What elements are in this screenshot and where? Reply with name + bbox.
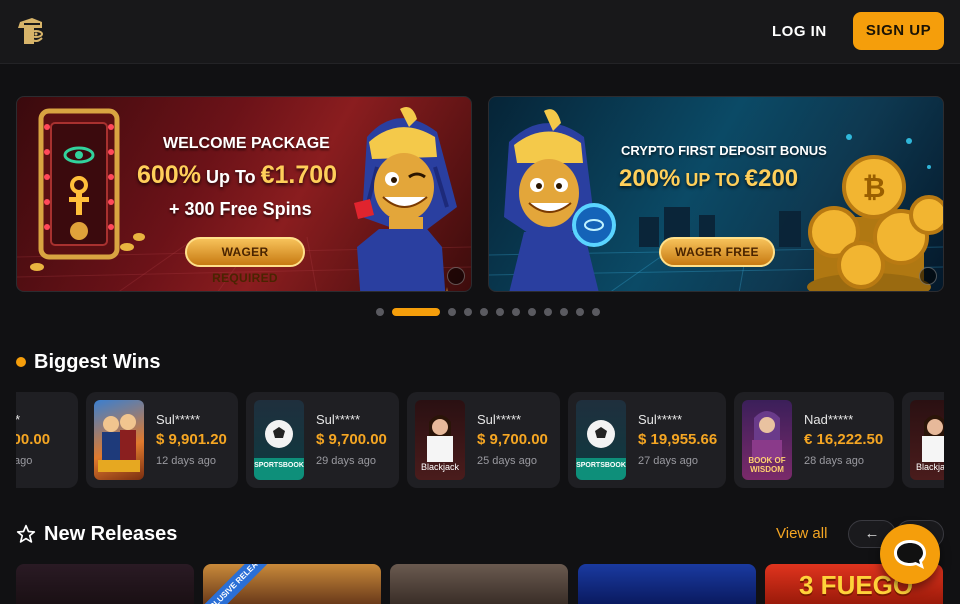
exclusive-ribbon: EXCLUSIVE RELEASE: [203, 564, 272, 604]
crypto-deposit-banner[interactable]: ₿ CRYPTO FIRST DEPOSIT BONUS 200% UP TO …: [488, 96, 944, 292]
banner2-line2: 200% UP TO €200: [619, 165, 798, 193]
game-thumbnail: BOOK OF WISDOM: [742, 400, 792, 480]
win-card[interactable]: SPORTSBOOK Sul***** $ 19,955.66 27 days …: [568, 392, 726, 488]
carousel-dot[interactable]: [376, 308, 384, 316]
win-time: 25 days ago: [477, 455, 537, 467]
wager-free-button[interactable]: WAGER FREE: [659, 237, 775, 267]
carousel-dot[interactable]: [528, 308, 536, 316]
carousel-dot[interactable]: [496, 308, 504, 316]
section-bullet-icon: [16, 357, 26, 367]
game-thumbnail: Blackja: [910, 400, 944, 480]
banner2-line1: CRYPTO FIRST DEPOSIT BONUS: [621, 143, 827, 158]
game-thumbnail: [94, 400, 144, 480]
win-user: Nad*****: [804, 412, 854, 427]
banner2-percent: 200%: [619, 165, 681, 192]
win-user: Sul*****: [638, 412, 683, 427]
win-card[interactable]: BOOK OF WISDOM Nad***** € 16,222.50 28 d…: [734, 392, 894, 488]
banner1-line2: 600% Up To €1.700: [137, 161, 337, 190]
banner1-amount: €1.700: [260, 161, 338, 189]
banner1-line3: + 300 Free Spins: [169, 199, 312, 219]
carousel-dot[interactable]: [512, 308, 520, 316]
info-icon: [919, 267, 937, 285]
welcome-package-banner[interactable]: WELCOME PACKAGE 600% Up To €1.700 + 300 …: [16, 96, 472, 292]
blackjack-label: Blackjack: [420, 462, 459, 472]
win-user: Sul*****: [316, 412, 361, 427]
win-time: 28 days ago: [804, 455, 864, 467]
banner1-percent: 600%: [137, 161, 201, 189]
chat-button[interactable]: [880, 524, 940, 584]
win-time: ys ago: [16, 455, 33, 467]
win-time: 12 days ago: [156, 455, 216, 467]
svg-text:₿: ₿: [863, 171, 886, 204]
game-tile[interactable]: [578, 564, 756, 604]
win-user: Sul*****: [477, 412, 522, 427]
sportsbook-label: SPORTSBOOK: [576, 462, 626, 469]
win-card[interactable]: Blackja: [902, 392, 944, 488]
game-tile[interactable]: EXCLUSIVE RELEASE: [203, 564, 381, 604]
win-amount: $ 9,700.00: [316, 431, 387, 448]
warriors-art: [98, 414, 140, 472]
win-amount: $ 9,901.20: [156, 431, 227, 448]
win-user: Sul*****: [156, 412, 201, 427]
win-card[interactable]: Blackjack Sul***** $ 9,700.00 25 days ag…: [407, 392, 560, 488]
info-icon: [447, 267, 465, 285]
win-amount: $ 19,955.66: [638, 431, 718, 448]
game-thumbnail: SPORTSBOOK: [576, 400, 626, 480]
signup-button[interactable]: SIGN UP: [853, 12, 944, 50]
carousel-dot[interactable]: [592, 308, 600, 316]
banner1-upto: Up To: [200, 167, 261, 187]
win-amount: ,000.00: [16, 431, 51, 448]
game-thumbnail: SPORTSBOOK: [254, 400, 304, 480]
win-user: ****: [16, 412, 20, 427]
carousel-dot[interactable]: [544, 308, 552, 316]
game-tile[interactable]: [390, 564, 568, 604]
win-card[interactable]: SPORTSBOOK Sul***** $ 9,700.00 29 days a…: [246, 392, 399, 488]
new-releases-title: New Releases: [44, 523, 178, 545]
win-amount: € 16,222.50: [804, 431, 884, 448]
biggest-wins-title: Biggest Wins: [34, 351, 161, 373]
book-of-wisdom-label: BOOK OF WISDOM: [748, 456, 786, 474]
banner1-line1: WELCOME PACKAGE: [163, 135, 330, 152]
win-amount: $ 9,700.00: [477, 431, 548, 448]
carousel-dot[interactable]: [448, 308, 456, 316]
view-all-link[interactable]: View all: [776, 525, 827, 542]
top-header: LOG IN SIGN UP: [0, 0, 960, 64]
game-tile[interactable]: [16, 564, 194, 604]
win-time: 27 days ago: [638, 455, 698, 467]
sportsbook-label: SPORTSBOOK: [254, 462, 304, 469]
win-card[interactable]: Sul***** $ 9,901.20 12 days ago: [86, 392, 238, 488]
pharaoh-logo-icon[interactable]: [12, 14, 48, 50]
carousel-dots: [376, 308, 600, 316]
blackjack-label: Blackja: [916, 462, 944, 472]
biggest-wins-list[interactable]: **** ,000.00 ys ago Sul***** $ 9,901.20 …: [16, 392, 944, 488]
win-time: 29 days ago: [316, 455, 376, 467]
carousel-dot[interactable]: [392, 308, 440, 316]
carousel-dot[interactable]: [480, 308, 488, 316]
game-thumbnail: Blackjack: [415, 400, 465, 480]
carousel-dot[interactable]: [464, 308, 472, 316]
banner2-amount: €200: [744, 165, 799, 192]
star-icon: [16, 524, 36, 543]
login-button[interactable]: LOG IN: [772, 18, 827, 46]
wager-required-button[interactable]: WAGER REQUIRED: [185, 237, 305, 285]
carousel-dot[interactable]: [560, 308, 568, 316]
carousel-dot[interactable]: [576, 308, 584, 316]
win-card[interactable]: **** ,000.00 ys ago: [16, 392, 78, 488]
chat-bubble-icon: [894, 540, 926, 569]
banner2-upto: UP TO: [680, 170, 745, 190]
